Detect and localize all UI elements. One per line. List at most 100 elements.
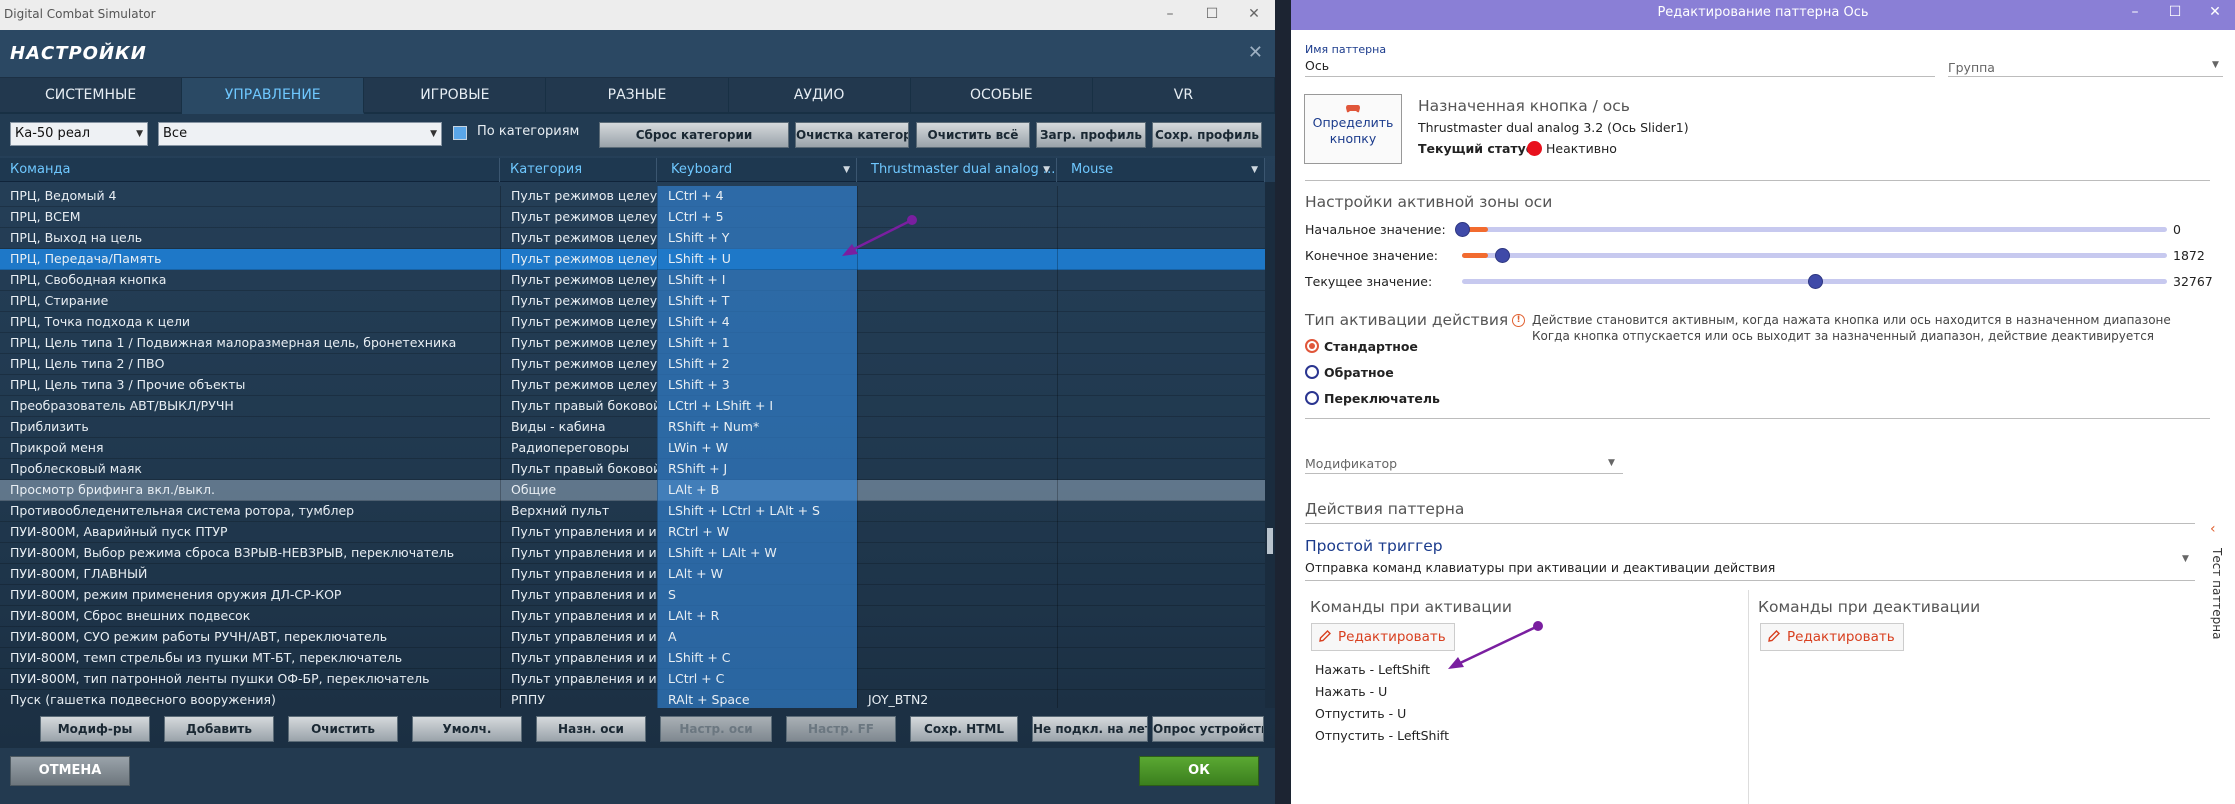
table-row[interactable]: Прикрой меня Радиопереговоры LWin + W (0, 438, 1265, 459)
cell-mouse[interactable] (1057, 585, 1265, 606)
cell-keyboard[interactable]: LAlt + W (657, 564, 857, 585)
slider-handle-start[interactable] (1455, 222, 1470, 237)
cell-mouse[interactable] (1057, 648, 1265, 669)
cell-command[interactable]: ПУИ-800М, Сброс внешних подвесок (0, 606, 500, 627)
cell-mouse[interactable] (1057, 186, 1265, 207)
cell-category[interactable]: Пульт режимов целеука (500, 186, 657, 207)
cell-category[interactable]: Пульт режимов целеука (500, 312, 657, 333)
cell-mouse[interactable] (1057, 459, 1265, 480)
table-row[interactable]: ПРЦ, Выход на цель Пульт режимов целеука L… (0, 228, 1265, 249)
cell-command[interactable]: ПРЦ, Передача/Память (0, 249, 500, 270)
cell-mouse[interactable] (1057, 396, 1265, 417)
table-row[interactable]: ПРЦ, Точка подхода к цели Пульт режимов ц… (0, 312, 1265, 333)
cell-command[interactable]: Проблесковый маяк (0, 459, 500, 480)
table-row[interactable]: Просмотр брифинга вкл./выкл. Общие LAlt + … (0, 480, 1265, 501)
radio-toggle[interactable] (1305, 391, 1319, 405)
cell-joystick[interactable] (857, 375, 1057, 396)
cell-category[interactable]: Пульт режимов целеука (500, 207, 657, 228)
group-select[interactable]: Группа (1948, 60, 1995, 75)
cell-keyboard[interactable]: LCtrl + 5 (657, 207, 857, 228)
column-header-joystick[interactable]: Thrustmaster dual analog ... ▼ (857, 158, 1057, 182)
reset-category-button[interactable]: Сброс категории (599, 122, 789, 148)
cell-keyboard[interactable]: LShift + C (657, 648, 857, 669)
table-row[interactable]: ПУИ-800М, тип патронной ленты пушки ОФ-Б… (0, 669, 1265, 690)
cell-joystick[interactable] (857, 627, 1057, 648)
cell-category[interactable]: РППУ (500, 690, 657, 708)
cell-mouse[interactable] (1057, 228, 1265, 249)
cell-joystick[interactable] (857, 396, 1057, 417)
cell-keyboard[interactable]: LShift + LAlt + W (657, 543, 857, 564)
tab-system[interactable]: СИСТЕМНЫЕ (0, 78, 183, 114)
cell-keyboard[interactable]: LCtrl + C (657, 669, 857, 690)
cell-command[interactable]: Приблизить (0, 417, 500, 438)
cell-mouse[interactable] (1057, 669, 1265, 690)
clear-category-button[interactable]: Очистка категории (795, 122, 909, 148)
minimize-icon[interactable]: – (2115, 0, 2155, 30)
cell-keyboard[interactable]: RAlt + Space (657, 690, 857, 708)
load-profile-button[interactable]: Загр. профиль (1036, 122, 1146, 148)
table-row[interactable]: ПУИ-800М, темп стрельбы из пушки МТ-БТ, … (0, 648, 1265, 669)
cell-category[interactable]: Пульт управления и инд (500, 585, 657, 606)
cell-keyboard[interactable]: LWin + W (657, 438, 857, 459)
toolbar-button-1[interactable]: Добавить (164, 716, 274, 742)
cell-command[interactable]: ПУИ-800М, СУО режим работы РУЧН/АВТ, пер… (0, 627, 500, 648)
cell-joystick[interactable] (857, 585, 1057, 606)
tab-controls[interactable]: УПРАВЛЕНИЕ (182, 78, 365, 114)
cell-joystick[interactable] (857, 291, 1057, 312)
cell-mouse[interactable] (1057, 312, 1265, 333)
cancel-button[interactable]: ОТМЕНА (10, 756, 130, 786)
cell-category[interactable]: Радиопереговоры (500, 438, 657, 459)
table-row[interactable]: ПРЦ, Цель типа 3 / Прочие объекты Пульт р… (0, 375, 1265, 396)
table-row[interactable]: Противообледенительная система ротора, т… (0, 501, 1265, 522)
cell-command[interactable]: Преобразователь АВТ/ВЫКЛ/РУЧН (0, 396, 500, 417)
cell-category[interactable]: Пульт режимов целеука (500, 249, 657, 270)
cell-keyboard[interactable]: RShift + J (657, 459, 857, 480)
cell-joystick[interactable] (857, 333, 1057, 354)
cell-category[interactable]: Пульт управления и инд (500, 543, 657, 564)
cell-command[interactable]: ПРЦ, Цель типа 1 / Подвижная малоразмерн… (0, 333, 500, 354)
cell-category[interactable]: Пульт режимов целеука (500, 333, 657, 354)
table-row[interactable]: ПРЦ, Цель типа 2 / ПВО Пульт режимов целе… (0, 354, 1265, 375)
cell-mouse[interactable] (1057, 291, 1265, 312)
assign-button[interactable]: Определить кнопку (1304, 94, 1402, 164)
cell-mouse[interactable] (1057, 501, 1265, 522)
trigger-type-select[interactable]: Простой триггер (1305, 537, 1443, 555)
table-row[interactable]: ПРЦ, Ведомый 4 Пульт режимов целеука LCtrl… (0, 186, 1265, 207)
maximize-icon[interactable]: ☐ (1191, 0, 1233, 30)
cell-mouse[interactable] (1057, 417, 1265, 438)
cell-command[interactable]: ПРЦ, ВСЕМ (0, 207, 500, 228)
cell-command[interactable]: ПРЦ, Цель типа 2 / ПВО (0, 354, 500, 375)
cell-category[interactable]: Пульт правый боковой (500, 459, 657, 480)
cell-keyboard[interactable]: RCtrl + W (657, 522, 857, 543)
cell-category[interactable]: Пульт режимов целеука (500, 291, 657, 312)
table-row[interactable]: ПУИ-800М, Сброс внешних подвесок Пульт уп… (0, 606, 1265, 627)
cell-command[interactable]: ПУИ-800М, Аварийный пуск ПТУР (0, 522, 500, 543)
activate-command-2[interactable]: Нажать - U (1315, 684, 1387, 699)
cell-category[interactable]: Пульт режимов целеука (500, 270, 657, 291)
activate-command-3[interactable]: Отпустить - U (1315, 706, 1406, 721)
cell-command[interactable]: ПРЦ, Стирание (0, 291, 500, 312)
cell-mouse[interactable] (1057, 480, 1265, 501)
table-row[interactable]: ПУИ-800М, Аварийный пуск ПТУР Пульт управ… (0, 522, 1265, 543)
cell-mouse[interactable] (1057, 606, 1265, 627)
tab-special[interactable]: ОСОБЫЕ (910, 78, 1093, 114)
tab-audio[interactable]: АУДИО (728, 78, 911, 114)
toolbar-button-9[interactable]: Опрос устройств (1152, 716, 1264, 742)
cell-command[interactable]: ПУИ-800М, режим применения оружия ДЛ-СР-… (0, 585, 500, 606)
table-row[interactable]: ПУИ-800М, СУО режим работы РУЧН/АВТ, пер… (0, 627, 1265, 648)
cell-joystick[interactable] (857, 669, 1057, 690)
cell-category[interactable]: Виды - кабина (500, 417, 657, 438)
radio-standard[interactable] (1305, 339, 1319, 353)
cell-command[interactable]: ПРЦ, Свободная кнопка (0, 270, 500, 291)
cell-keyboard[interactable]: LShift + I (657, 270, 857, 291)
maximize-icon[interactable]: ☐ (2155, 0, 2195, 30)
cell-command[interactable]: ПРЦ, Выход на цель (0, 228, 500, 249)
toolbar-button-7[interactable]: Сохр. HTML (910, 716, 1018, 742)
tab-gameplay[interactable]: ИГРОВЫЕ (364, 78, 547, 114)
cell-category[interactable]: Пульт управления и инд (500, 669, 657, 690)
cell-category[interactable]: Пульт режимов целеука (500, 354, 657, 375)
cell-category[interactable]: Пульт управления и инд (500, 606, 657, 627)
cell-keyboard[interactable]: LShift + 2 (657, 354, 857, 375)
table-row[interactable]: Преобразователь АВТ/ВЫКЛ/РУЧН Пульт правы… (0, 396, 1265, 417)
column-header-mouse[interactable]: Mouse ▼ (1057, 158, 1265, 182)
